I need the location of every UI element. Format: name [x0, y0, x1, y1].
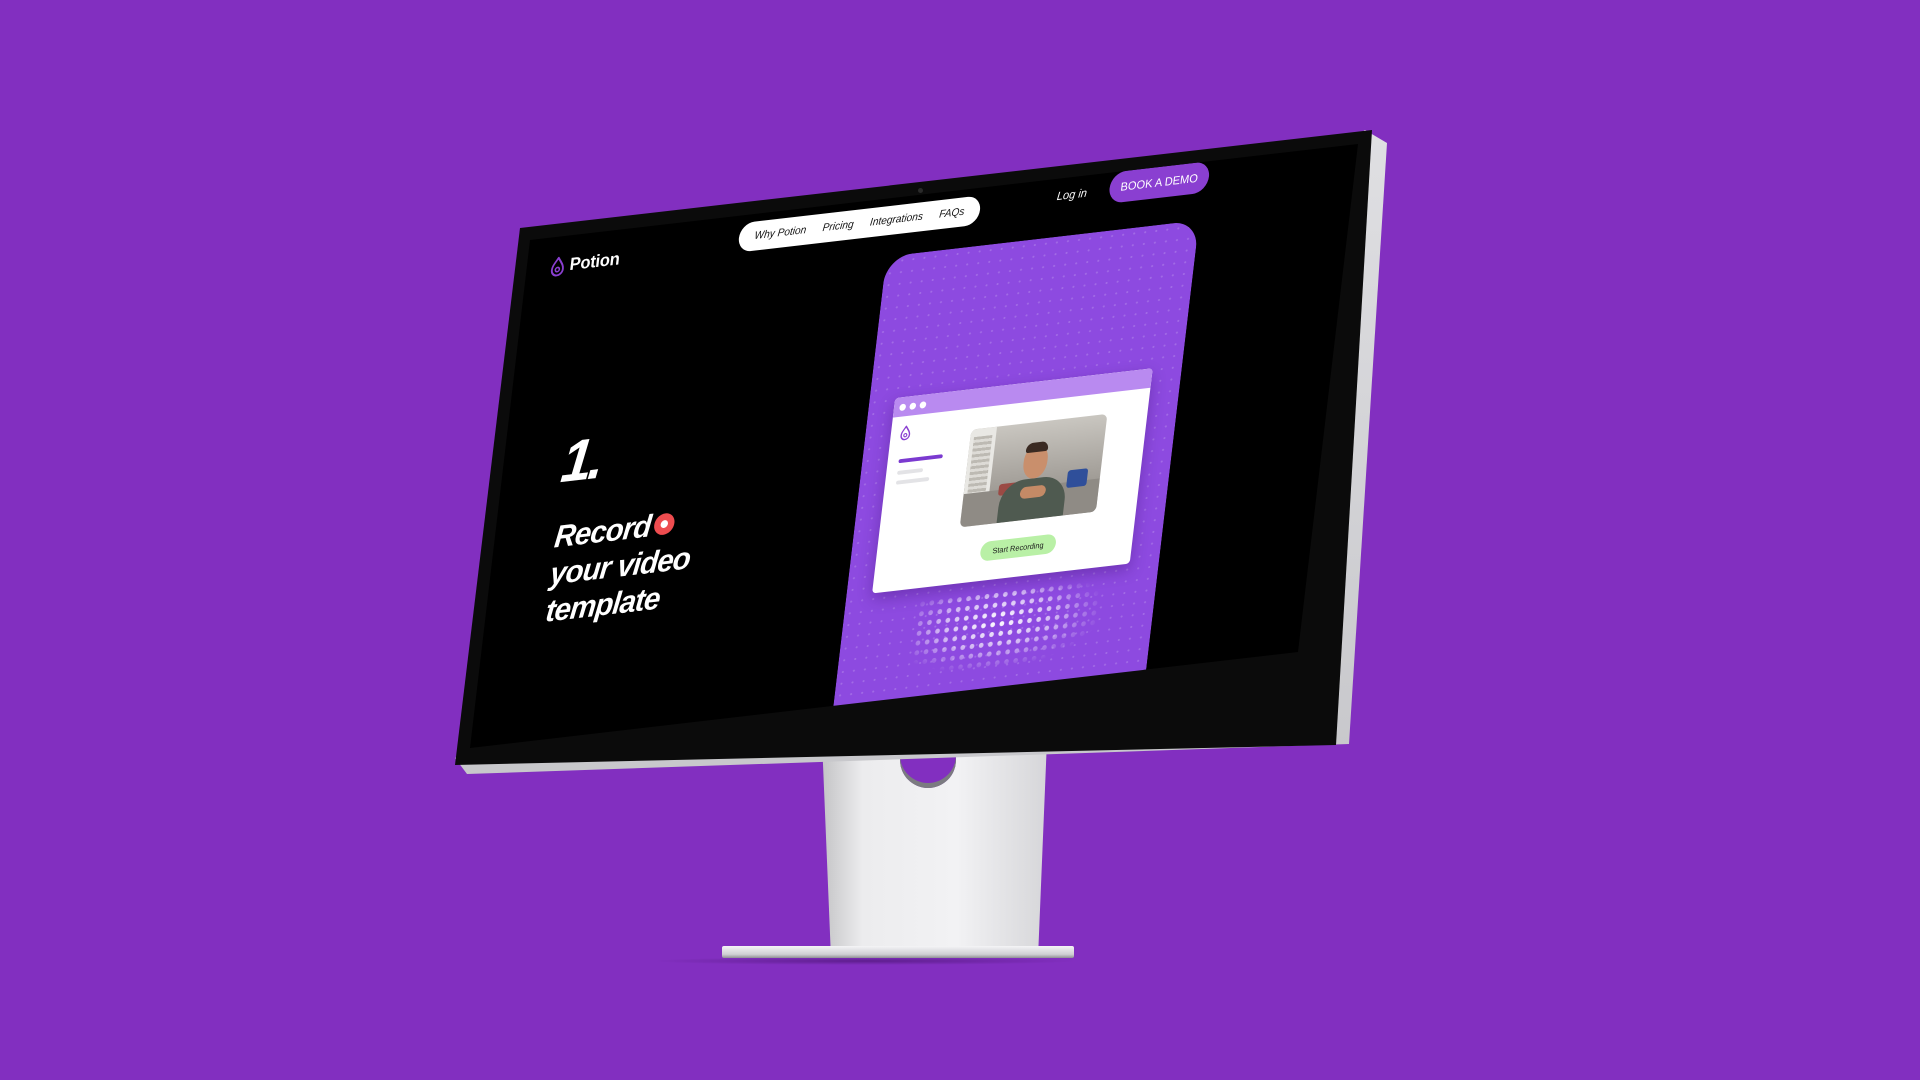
- hero-title: Record your video template: [544, 502, 697, 630]
- mock-sidebar-line: [895, 476, 930, 485]
- halftone-decoration: [909, 578, 1103, 678]
- nav-link-faqs[interactable]: FAQs: [939, 206, 965, 221]
- video-person-body: [996, 474, 1068, 524]
- nav-link-why-potion[interactable]: Why Potion: [754, 224, 807, 242]
- video-preview: [959, 413, 1108, 528]
- website-screen: Potion Why Potion Pricing Integrations F…: [469, 143, 1358, 748]
- hero-illustration-panel: Start Recording: [832, 220, 1200, 716]
- window-dot-icon: [899, 403, 907, 411]
- step-number: 1.: [557, 425, 605, 495]
- scene: Potion Why Potion Pricing Integrations F…: [0, 0, 1920, 1080]
- monitor-stand-shadow: [650, 957, 1080, 965]
- login-link[interactable]: Log in: [1056, 186, 1088, 203]
- nav-link-integrations[interactable]: Integrations: [869, 211, 923, 229]
- potion-drop-icon: [549, 255, 566, 277]
- site-logo[interactable]: Potion: [549, 249, 621, 278]
- start-recording-button[interactable]: Start Recording: [979, 533, 1058, 562]
- logo-text: Potion: [568, 248, 621, 275]
- mock-sidebar-line: [896, 468, 924, 475]
- mock-app-window: Start Recording: [872, 368, 1153, 594]
- potion-drop-icon: [899, 425, 912, 446]
- window-dot-icon: [919, 400, 927, 409]
- video-pillow: [1066, 468, 1089, 489]
- monitor-stand-base: [722, 946, 1074, 958]
- record-icon: [653, 511, 676, 536]
- nav-link-pricing[interactable]: Pricing: [822, 219, 854, 234]
- camera-icon: [918, 188, 923, 193]
- window-dot-icon: [909, 401, 917, 410]
- mock-window-titlebar: [892, 368, 1153, 418]
- mock-sidebar-line: [898, 454, 943, 464]
